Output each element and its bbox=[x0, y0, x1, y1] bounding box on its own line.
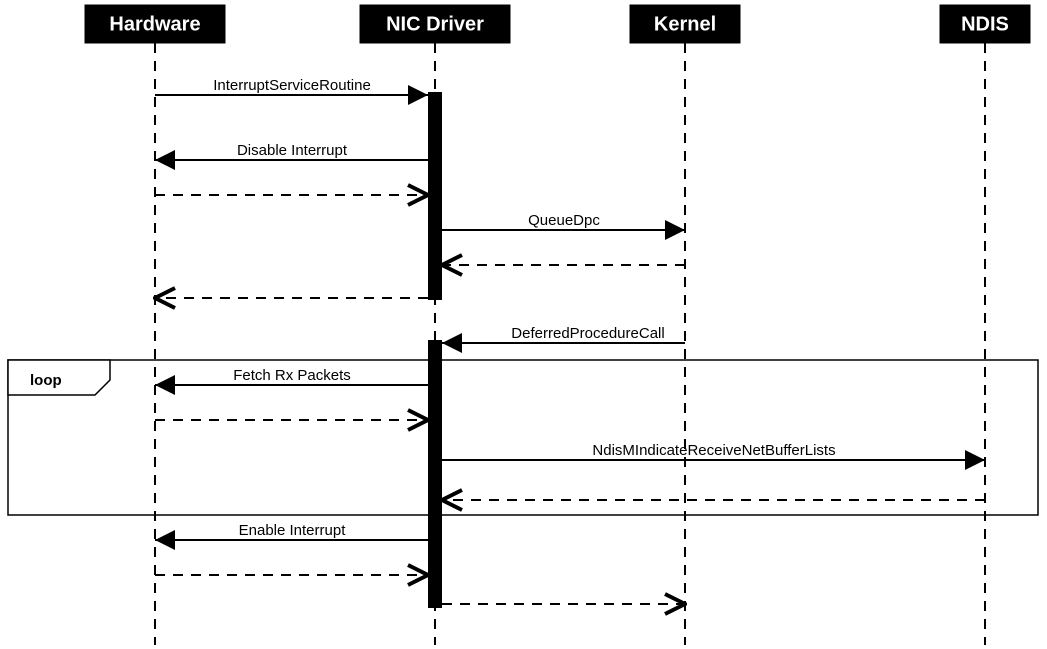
activation-bar-isr bbox=[428, 92, 442, 300]
participant-kernel: Kernel bbox=[630, 5, 740, 43]
participant-hardware: Hardware bbox=[85, 5, 225, 43]
participant-nic-driver-label: NIC Driver bbox=[386, 13, 484, 35]
loop-frame bbox=[8, 360, 1038, 515]
activation-bar-dpc bbox=[428, 340, 442, 608]
msg-indicate-label: NdisMIndicateReceiveNetBufferLists bbox=[592, 442, 835, 459]
participant-ndis: NDIS bbox=[940, 5, 1030, 43]
participant-kernel-label: Kernel bbox=[654, 13, 716, 35]
participant-nic-driver: NIC Driver bbox=[360, 5, 510, 43]
loop-frame-label: loop bbox=[30, 372, 62, 389]
participant-hardware-label: Hardware bbox=[109, 13, 200, 35]
msg-disable-int-label: Disable Interrupt bbox=[237, 142, 348, 159]
msg-fetch-rx-label: Fetch Rx Packets bbox=[233, 367, 351, 384]
msg-queuedpc-label: QueueDpc bbox=[528, 212, 600, 229]
msg-isr-label: InterruptServiceRoutine bbox=[213, 77, 371, 94]
msg-enable-int-label: Enable Interrupt bbox=[239, 522, 347, 539]
msg-dpc-label: DeferredProcedureCall bbox=[511, 325, 664, 342]
participant-ndis-label: NDIS bbox=[961, 13, 1009, 35]
